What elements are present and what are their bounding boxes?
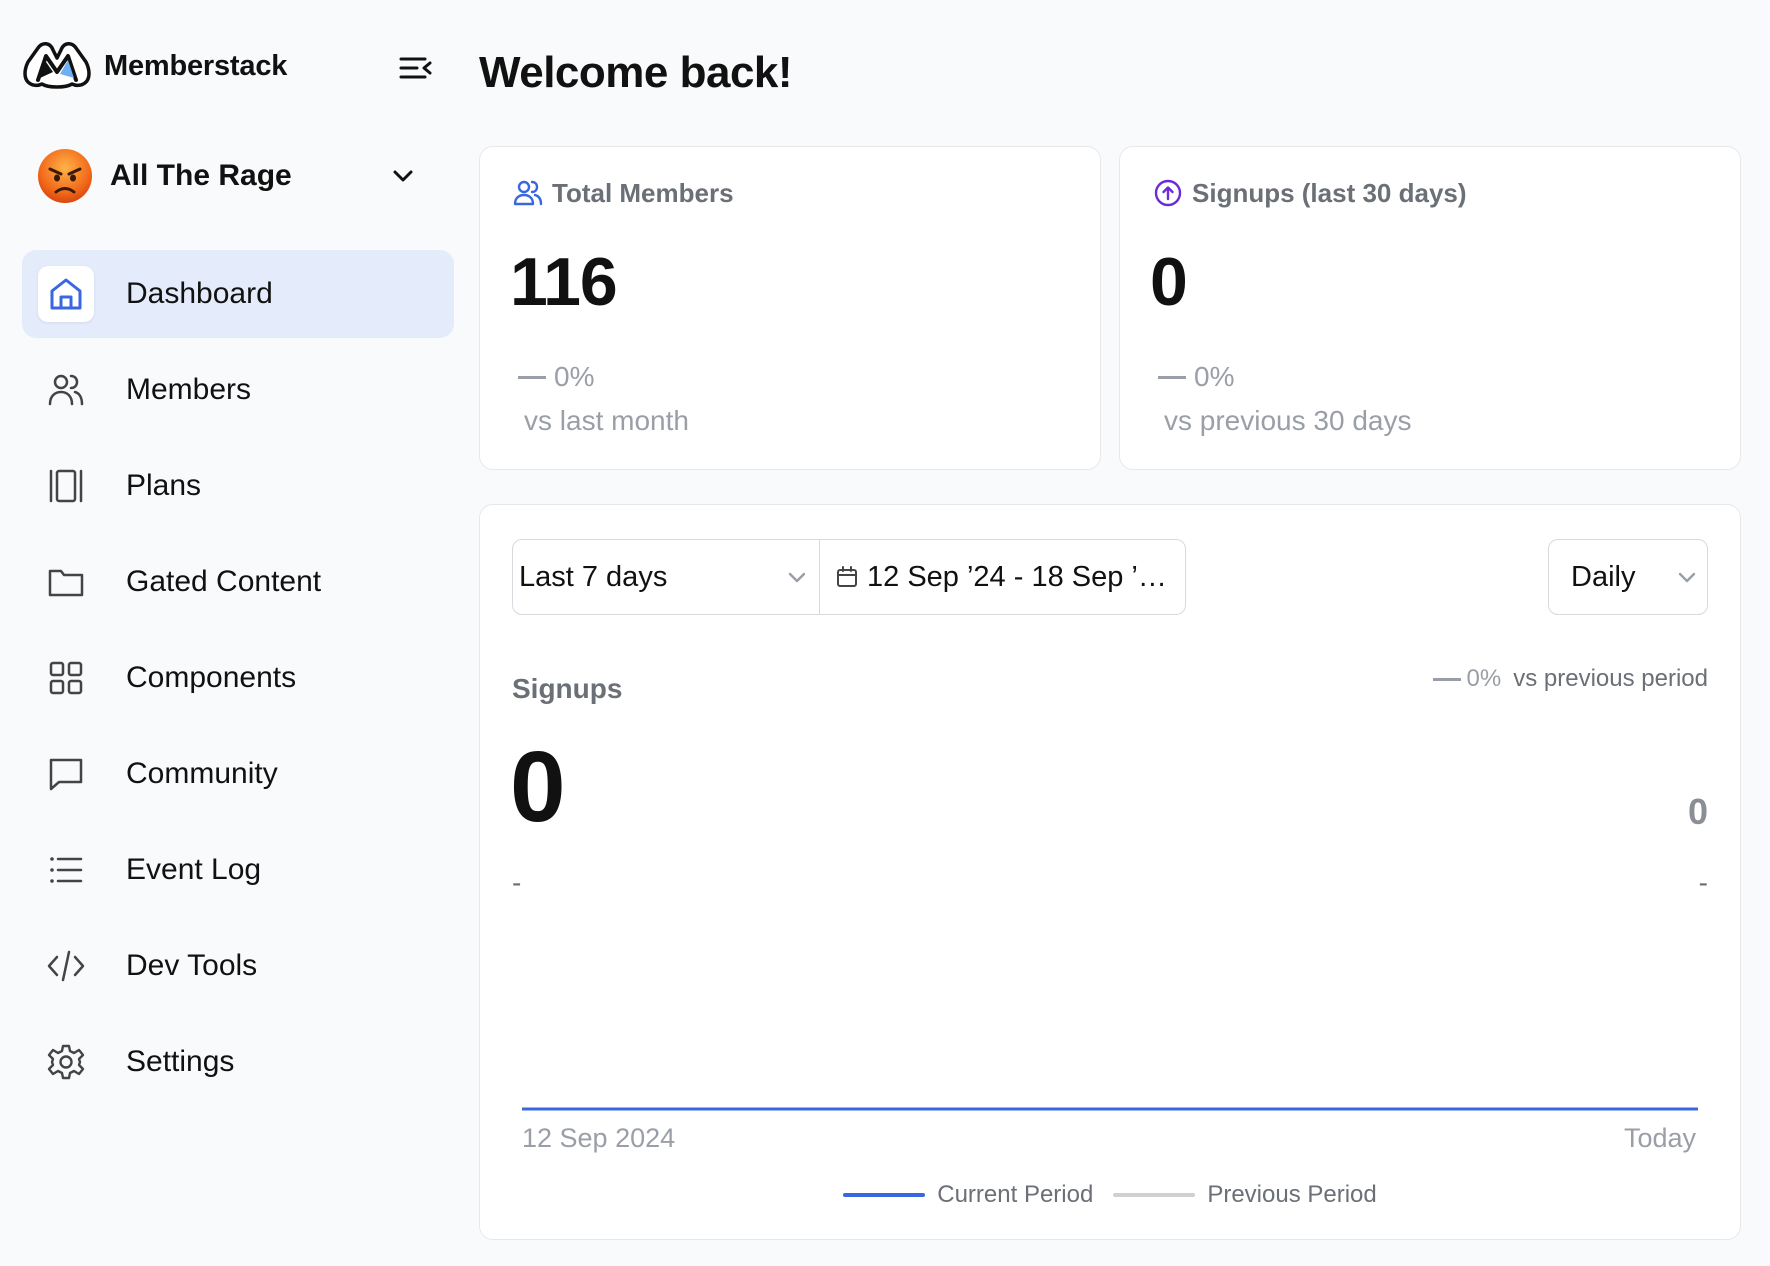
x-axis-start-label: 12 Sep 2024 (522, 1123, 676, 1153)
grid-icon-wrap (38, 650, 94, 706)
collapse-sidebar-button[interactable] (396, 50, 436, 86)
users-icon-wrap (38, 362, 94, 418)
total-members-card: Total Members 116 0% vs last month (479, 146, 1101, 470)
chart-change-value: 0% (1466, 665, 1502, 692)
gear-icon-wrap (38, 1034, 94, 1090)
users-icon (48, 374, 84, 406)
range-select[interactable]: Last 7 days (512, 539, 820, 615)
sidebar-item-components[interactable]: Components (22, 634, 454, 722)
legend-label-previous: Previous Period (1207, 1181, 1377, 1208)
total-members-value: 116 (510, 244, 618, 320)
chart-title: Signups (512, 673, 623, 704)
chart-total-value: 0 (510, 731, 566, 843)
sidebar-item-label: Event Log (126, 853, 262, 886)
range-select-value: Last 7 days (519, 560, 668, 593)
legend-item-current[interactable]: Current Period (843, 1181, 1093, 1209)
folder-icon-wrap (38, 554, 94, 610)
plans-icon-wrap (38, 458, 94, 514)
chart-sub-left: - (512, 867, 522, 898)
code-icon-wrap (38, 938, 94, 994)
chart-legend: Current Period Previous Period (480, 1181, 1740, 1209)
chart-change: 0% vs previous period (1432, 665, 1708, 693)
legend-label-current: Current Period (937, 1181, 1094, 1208)
total-members-compare: vs last month (524, 405, 689, 436)
date-range-picker[interactable]: 12 Sep ’24 - 18 Sep ’… (819, 539, 1186, 615)
sidebar-item-label: Dev Tools (126, 949, 258, 982)
sidebar-item-plans[interactable]: Plans (22, 442, 454, 530)
brand-name: Memberstack (104, 49, 288, 82)
signups-change-value: 0% (1194, 361, 1235, 392)
signups-header: Signups (last 30 days) (1152, 177, 1467, 209)
chevron-down-icon (788, 572, 806, 583)
chat-icon-wrap (38, 746, 94, 802)
chevron-down-icon (1678, 572, 1696, 583)
home-icon-wrap (38, 266, 94, 322)
workspace-name: All The Rage (110, 159, 292, 192)
brand[interactable]: Memberstack (22, 38, 287, 94)
sidebar-item-label: Community (126, 757, 278, 790)
users-icon (513, 180, 543, 206)
page-title: Welcome back! (479, 48, 793, 97)
x-axis-end-label: Today (1623, 1123, 1696, 1153)
calendar-icon (837, 566, 857, 587)
chat-icon (49, 758, 83, 791)
code-icon (47, 950, 85, 982)
sidebar-item-gated-content[interactable]: Gated Content (22, 538, 454, 626)
interval-select[interactable]: Daily (1548, 539, 1708, 615)
plans-icon (49, 469, 83, 503)
signups-title: Signups (last 30 days) (1192, 177, 1467, 208)
grid-icon (49, 661, 83, 695)
list-icon (50, 857, 83, 883)
folder-icon (48, 569, 84, 597)
sidebar-nav: Dashboard Members Plans Gated Content Co… (22, 250, 454, 1114)
sidebar-item-label: Plans (126, 469, 202, 502)
legend-swatch-previous (1113, 1193, 1196, 1197)
angry-face-avatar (38, 149, 92, 203)
interval-select-value: Daily (1571, 560, 1636, 593)
memberstack-logo (23, 42, 91, 89)
neutral-dash-icon (1432, 677, 1461, 681)
sidebar-item-community[interactable]: Community (22, 730, 454, 818)
home-icon (50, 278, 82, 310)
chart-change-compare: vs previous period (1513, 665, 1708, 692)
signups-card: Signups (last 30 days) 0 0% vs previous … (1119, 146, 1741, 470)
sidebar-item-label: Settings (126, 1045, 235, 1078)
date-range-value: 12 Sep ’24 - 18 Sep ’… (867, 560, 1167, 593)
legend-swatch-current (843, 1193, 926, 1197)
signups-change: 0% (1158, 361, 1234, 393)
list-icon-wrap (38, 842, 94, 898)
chart-sub-right: - (1698, 867, 1708, 898)
sidebar-item-dev-tools[interactable]: Dev Tools (22, 922, 454, 1010)
sidebar-item-label: Dashboard (126, 277, 273, 310)
neutral-dash-icon (1158, 375, 1186, 379)
total-members-title: Total Members (552, 177, 734, 208)
chevron-down-icon (393, 170, 413, 182)
legend-item-previous[interactable]: Previous Period (1113, 1181, 1377, 1209)
signups-chart-card: Last 7 days 12 Sep ’24 - 18 Sep ’… Daily… (479, 504, 1741, 1240)
sidebar-item-label: Gated Content (126, 565, 322, 598)
sidebar-item-event-log[interactable]: Event Log (22, 826, 454, 914)
workspace-switcher[interactable]: All The Rage (36, 146, 436, 206)
total-members-header: Total Members (512, 177, 734, 209)
chart-previous-value: 0 (1687, 791, 1708, 832)
sidebar-item-label: Components (126, 661, 297, 694)
sidebar: Memberstack All The Rage Dashboard Membe… (0, 0, 460, 1266)
total-members-change-value: 0% (554, 361, 595, 392)
arrow-up-circle-icon (1154, 179, 1182, 207)
collapse-menu-icon (399, 57, 432, 79)
total-members-change: 0% (518, 361, 594, 393)
neutral-dash-icon (518, 375, 546, 379)
sidebar-item-settings[interactable]: Settings (22, 1018, 454, 1106)
signups-area-chart (522, 1107, 1698, 1111)
gear-icon (47, 1044, 85, 1080)
signups-value: 0 (1150, 244, 1188, 320)
sidebar-item-members[interactable]: Members (22, 346, 454, 434)
signups-compare: vs previous 30 days (1164, 405, 1412, 436)
sidebar-item-label: Members (126, 373, 252, 406)
sidebar-item-dashboard[interactable]: Dashboard (22, 250, 454, 338)
